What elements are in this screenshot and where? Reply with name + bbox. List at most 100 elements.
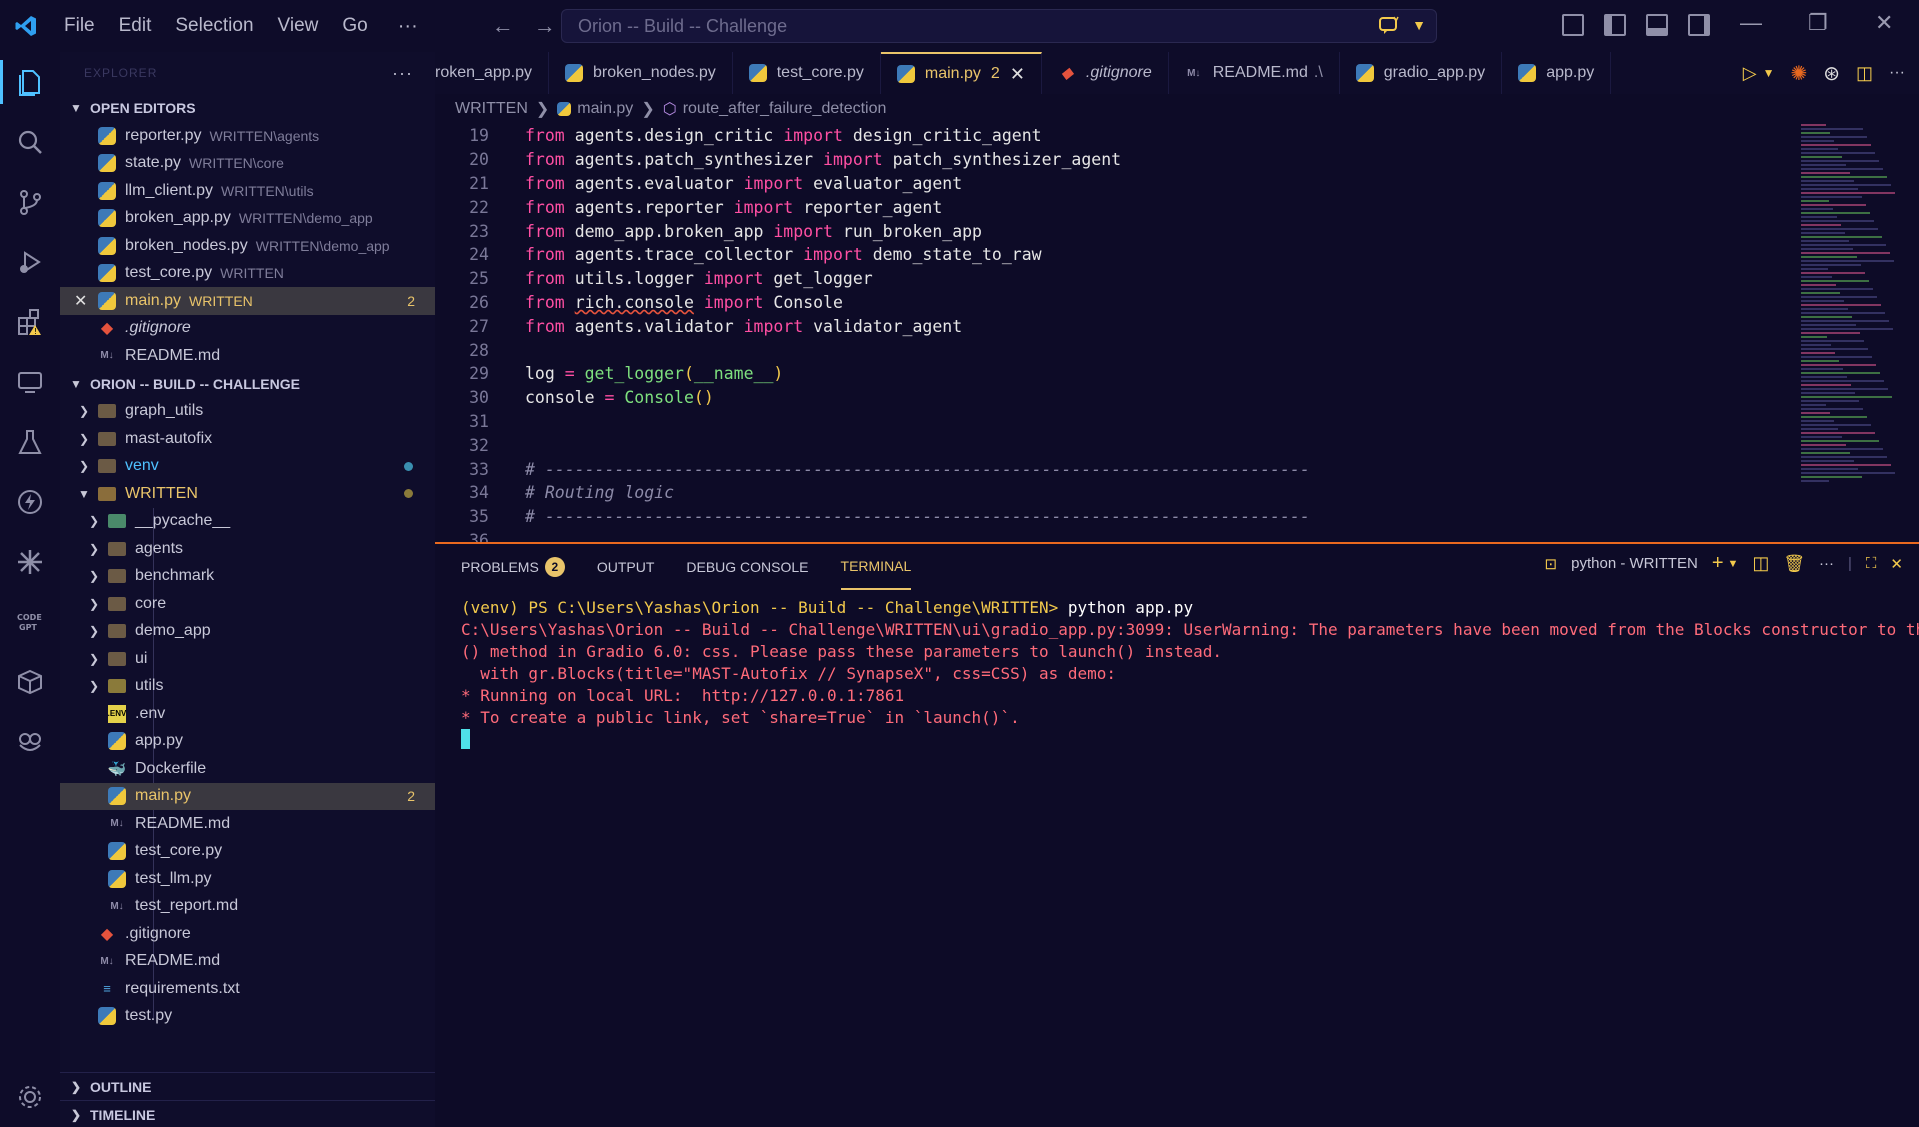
tree-file[interactable]: test_llm.py xyxy=(60,865,435,893)
testing-icon[interactable] xyxy=(0,412,60,472)
tree-file[interactable]: ◆ .gitignore xyxy=(60,920,435,948)
tab-problems[interactable]: PROBLEMS 2 xyxy=(461,544,565,590)
customize-layout-icon[interactable] xyxy=(1562,14,1584,36)
extensions-icon[interactable]: ! xyxy=(0,292,60,352)
tree-file[interactable]: test.py xyxy=(60,1003,435,1031)
more-actions-icon[interactable]: ··· xyxy=(1889,64,1905,82)
tree-file[interactable]: ≡ requirements.txt xyxy=(60,975,435,1003)
close-editor-icon[interactable]: ✕ xyxy=(74,291,98,311)
open-editor-item[interactable]: test_core.py WRITTEN xyxy=(60,260,435,288)
terminal-name[interactable]: python - WRITTEN xyxy=(1571,555,1698,572)
tree-folder[interactable]: ❯ graph_utils xyxy=(60,398,435,426)
tab-main-active[interactable]: main.py 2 ✕ xyxy=(880,52,1042,94)
tree-file[interactable]: M↓ test_report.md xyxy=(60,893,435,921)
menu-file[interactable]: File xyxy=(52,0,107,52)
menu-selection[interactable]: Selection xyxy=(163,0,265,52)
tree-file[interactable]: M↓ README.md xyxy=(60,810,435,838)
tree-file-selected[interactable]: main.py 2 xyxy=(60,782,435,810)
close-panel-icon[interactable]: ✕ xyxy=(1890,555,1903,573)
tree-file[interactable]: M↓ README.md xyxy=(60,948,435,976)
restore-icon[interactable]: ❐ xyxy=(1808,10,1828,36)
open-editor-item[interactable]: ◆ .gitignore xyxy=(60,315,435,343)
tree-file[interactable]: .ENV .env xyxy=(60,700,435,728)
tab-readme[interactable]: M↓ README.md .\ xyxy=(1169,52,1340,94)
openai-icon[interactable]: ⊛ xyxy=(1823,61,1840,86)
tree-folder[interactable]: ❯ __pycache__ xyxy=(60,508,435,536)
run-file-icon[interactable]: ▷ xyxy=(1743,63,1757,84)
tree-folder[interactable]: ❯ demo_app xyxy=(60,618,435,646)
menu-go[interactable]: Go xyxy=(330,0,379,52)
tree-file[interactable]: test_core.py xyxy=(60,838,435,866)
breadcrumb-symbol[interactable]: route_after_failure_detection xyxy=(683,100,887,118)
new-terminal-icon[interactable]: + xyxy=(1712,552,1724,575)
open-editor-item-active[interactable]: ✕ main.py WRITTEN 2 xyxy=(60,287,435,315)
search-icon[interactable] xyxy=(0,112,60,172)
menu-more-icon[interactable]: ··· xyxy=(380,15,436,38)
tab-test-core[interactable]: test_core.py xyxy=(733,52,881,94)
chevron-down-icon[interactable]: ▼ xyxy=(1728,558,1739,570)
open-editor-item[interactable]: broken_nodes.py WRITTEN\demo_app xyxy=(60,232,435,260)
tree-folder[interactable]: ❯ mast-autofix xyxy=(60,425,435,453)
close-window-icon[interactable]: ✕ xyxy=(1875,10,1893,36)
open-editor-item[interactable]: reporter.py WRITTEN\agents xyxy=(60,122,435,150)
open-editor-item[interactable]: broken_app.py WRITTEN\demo_app xyxy=(60,205,435,233)
tree-folder[interactable]: ❯ venv xyxy=(60,453,435,481)
breadcrumb-file[interactable]: main.py xyxy=(577,100,633,118)
open-editor-item[interactable]: state.py WRITTEN\core xyxy=(60,150,435,178)
remote-explorer-icon[interactable] xyxy=(0,352,60,412)
source-control-icon[interactable] xyxy=(0,172,60,232)
split-editor-icon[interactable]: ◫ xyxy=(1856,63,1873,84)
more-actions-icon[interactable]: ··· xyxy=(1819,555,1834,572)
open-editors-header[interactable]: ▼ OPEN EDITORS xyxy=(60,94,435,122)
copilot-agent-icon[interactable] xyxy=(0,712,60,772)
run-debug-icon[interactable] xyxy=(0,232,60,292)
run-dropdown-icon[interactable]: ▼ xyxy=(1763,66,1775,80)
tab-broken-app[interactable]: roken_app.py xyxy=(435,52,549,94)
split-terminal-icon[interactable]: ◫ xyxy=(1752,553,1769,574)
tab-debug-console[interactable]: DEBUG CONSOLE xyxy=(686,544,808,590)
tree-folder-open[interactable]: ▼ WRITTEN xyxy=(60,480,435,508)
claude-code-icon[interactable]: ✺ xyxy=(1790,61,1807,86)
copilot-chat-icon[interactable] xyxy=(1378,15,1400,43)
back-arrow-icon[interactable]: ← xyxy=(482,13,524,39)
minimap[interactable] xyxy=(1801,124,1901,504)
lightning-icon[interactable] xyxy=(0,472,60,532)
toggle-primary-sidebar-icon[interactable] xyxy=(1604,14,1626,36)
tree-folder[interactable]: ❯ ui xyxy=(60,645,435,673)
tree-folder[interactable]: ❯ agents xyxy=(60,535,435,563)
settings-gear-icon[interactable] xyxy=(0,1067,60,1127)
code-editor[interactable]: 19 from agents.design_critic import desig… xyxy=(435,124,1919,542)
codegpt-icon[interactable]: CODE GPT xyxy=(0,592,60,652)
tab-output[interactable]: OUTPUT xyxy=(597,544,655,590)
chevron-down-icon[interactable]: ▼ xyxy=(1412,17,1426,33)
outline-header[interactable]: ❯ OUTLINE xyxy=(60,1072,435,1100)
tree-file[interactable]: 🐳 Dockerfile xyxy=(60,755,435,783)
explorer-icon[interactable] xyxy=(0,52,60,112)
more-actions-icon[interactable]: ··· xyxy=(392,63,413,84)
maximize-panel-icon[interactable]: ⛶ xyxy=(1866,555,1877,572)
trash-icon[interactable]: 🗑 xyxy=(1783,554,1805,574)
tree-folder[interactable]: ❯ utils xyxy=(60,673,435,701)
toggle-secondary-sidebar-icon[interactable] xyxy=(1688,14,1710,36)
tab-terminal[interactable]: TERMINAL xyxy=(840,544,912,590)
command-center-search[interactable]: Orion -- Build -- Challenge ▼ xyxy=(561,9,1437,43)
open-editor-item[interactable]: llm_client.py WRITTEN\utils xyxy=(60,177,435,205)
toggle-panel-icon[interactable] xyxy=(1646,14,1668,36)
minimize-icon[interactable]: — xyxy=(1740,10,1762,36)
terminal-output[interactable]: (venv) PS C:\Users\Yashas\Orion -- Build… xyxy=(435,590,1919,750)
tree-folder[interactable]: ❯ benchmark xyxy=(60,563,435,591)
tab-gitignore[interactable]: ◆ .gitignore xyxy=(1042,52,1169,94)
forward-arrow-icon[interactable]: → xyxy=(524,13,566,39)
containers-icon[interactable] xyxy=(0,652,60,712)
claude-icon[interactable] xyxy=(0,532,60,592)
breadcrumb-folder[interactable]: WRITTEN xyxy=(455,100,528,118)
menu-view[interactable]: View xyxy=(266,0,331,52)
tab-broken-nodes[interactable]: broken_nodes.py xyxy=(549,52,733,94)
tab-app[interactable]: app.py xyxy=(1502,52,1612,94)
workspace-header[interactable]: ▼ ORION -- BUILD -- CHALLENGE xyxy=(60,370,435,398)
timeline-header[interactable]: ❯ TIMELINE xyxy=(60,1100,435,1127)
tree-folder[interactable]: ❯ core xyxy=(60,590,435,618)
open-editor-item[interactable]: M↓ README.md xyxy=(60,342,435,370)
close-tab-icon[interactable]: ✕ xyxy=(1010,64,1025,85)
tab-gradio-app[interactable]: gradio_app.py xyxy=(1340,52,1503,94)
